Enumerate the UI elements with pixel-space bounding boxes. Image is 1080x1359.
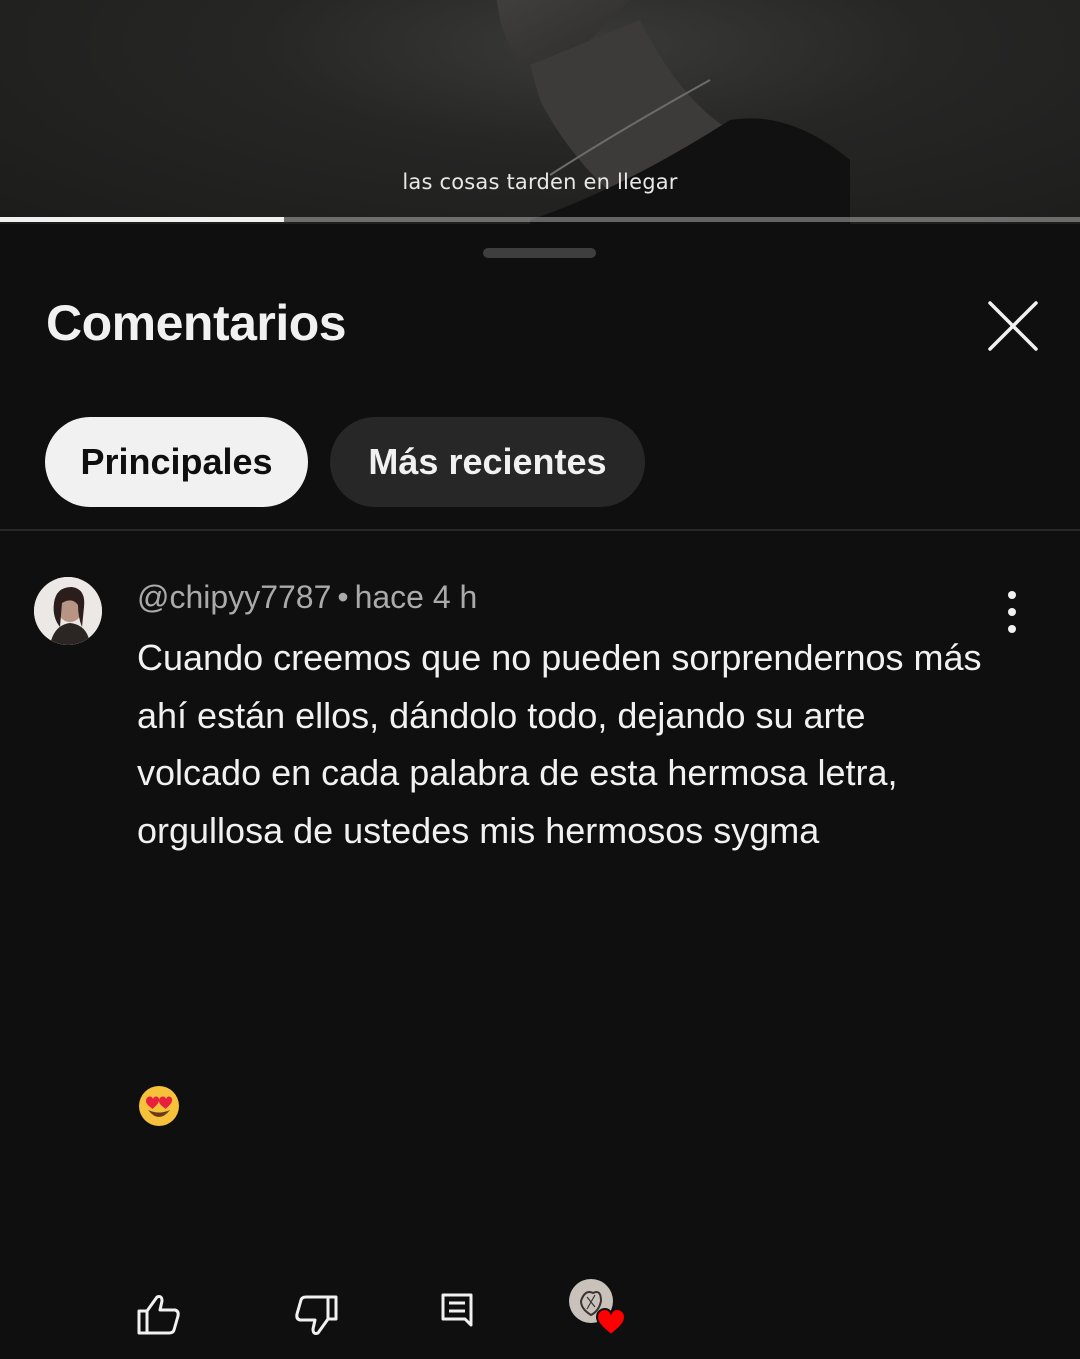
meta-separator: • [337,579,349,615]
comment-meta: @chipyy7787 • hace 4 h [137,579,477,616]
video-subtitle: las cosas tarden en llegar [402,170,678,194]
close-button[interactable] [983,296,1043,356]
reply-icon [441,1293,473,1327]
sort-chips: Principales Más recientes [45,417,645,507]
close-icon [988,301,1038,351]
video-progress-fill [0,217,285,222]
comment-text: Cuando creemos que no pueden sorprendern… [137,637,992,851]
heart-eyes-emoji [139,1086,179,1126]
video-progress-bar[interactable] [0,217,1080,222]
drag-handle[interactable] [483,248,596,258]
comment-actions [0,1279,1080,1359]
thumb-up-icon [137,1295,180,1335]
creator-heart [567,1277,631,1339]
video-player[interactable]: las cosas tarden en llegar [0,0,1080,224]
reply-button[interactable] [435,1289,479,1333]
chip-principales[interactable]: Principales [45,417,308,507]
dislike-button[interactable] [290,1289,342,1341]
sheet-title: Comentarios [46,295,347,351]
avatar-image [34,577,102,645]
more-options-button[interactable] [992,587,1032,639]
divider [0,529,1080,531]
thumb-down-icon [295,1295,338,1335]
like-button[interactable] [133,1289,185,1341]
comments-sheet: Comentarios Principales Más recientes @c… [0,224,1080,1337]
more-vert-icon [1008,591,1016,633]
avatar[interactable] [34,577,102,645]
chip-mas-recientes[interactable]: Más recientes [330,417,645,507]
creator-heart-icon [569,1279,627,1337]
comment-author[interactable]: @chipyy7787 [137,579,331,615]
comment-time: hace 4 h [354,579,478,615]
